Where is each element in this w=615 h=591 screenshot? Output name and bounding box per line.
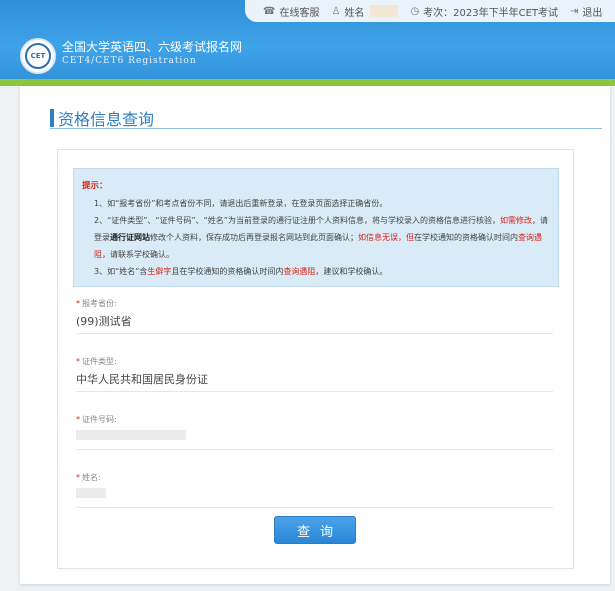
notice-line-2: 2、“证件类型”、“证件号码”、“姓名”为当前登录的通行证注册个人资料信息，将与… (82, 212, 550, 263)
notice-line-2-i: ，请联系学校确认。 (102, 250, 174, 259)
online-service-link[interactable]: ☎ 在线客服 (263, 4, 319, 19)
site-subtitle: CET4/CET6 Registration (62, 56, 197, 66)
notice-line-2-f: 如信息无误，但 (358, 233, 414, 242)
user-name-label: 姓名 (344, 7, 365, 19)
notice-line-3-c: 且在学校通知的资格确认时间内 (171, 267, 284, 276)
notice-line-2-e: 修改个人资料，保存成功后再登录报名网站到此页面确认； (150, 233, 358, 242)
exam-session-label: 考次：2023年下半年CET考试 (423, 7, 559, 19)
notice-box: 提示： 1、如“报考省份”和考点省份不同，请退出后重新登录，在登录页面选择正确省… (73, 168, 559, 287)
province-field: * 报考省份: (99)测试省 (76, 298, 553, 334)
page-title-text: 资格信息查询 (58, 110, 155, 129)
exam-session-display: ◷ 考次：2023年下半年CET考试 (410, 4, 558, 19)
idtype-label: 证件类型: (82, 357, 117, 366)
passport-site-link[interactable]: 通行证网站 (110, 233, 150, 242)
logout-icon: ⇥ (570, 5, 579, 17)
site-header: ☎ 在线客服 ♙ 姓名 ◷ 考次：2023年下半年CET考试 ⇥ 退出 CET … (0, 0, 615, 86)
notice-line-3-a: 3、如“姓名”含 (94, 267, 148, 276)
title-accent-bar (50, 109, 54, 127)
header-accent-strip (0, 79, 615, 86)
logout-label: 退出 (582, 7, 603, 19)
notice-tip: 提示： (82, 181, 108, 191)
required-mark: * (76, 357, 80, 366)
required-mark: * (76, 473, 80, 482)
idtype-value: 中华人民共和国居民身份证 (76, 373, 208, 386)
clock-icon: ◷ (410, 5, 420, 17)
notice-line-3: 3、如“姓名”含生僻字且在学校通知的资格确认时间内查询遇阻，建议和学校确认。 (82, 263, 550, 280)
notice-line-2-b: 如需修改 (499, 216, 532, 225)
province-value: (99)测试省 (76, 315, 132, 328)
user-icon: ♙ (331, 5, 341, 17)
main-panel: 资格信息查询 提示： 1、如“报考省份”和考点省份不同，请退出后重新登录，在登录… (20, 86, 610, 584)
idtype-field: * 证件类型: 中华人民共和国居民身份证 (76, 356, 553, 392)
logout-link[interactable]: ⇥ 退出 (570, 4, 602, 19)
query-button[interactable]: 查询 (274, 516, 356, 544)
name-label: 姓名: (82, 473, 101, 482)
user-name-mask (370, 5, 399, 17)
site-logo[interactable]: CET (20, 38, 56, 74)
notice-line-3-b: 生僻字 (147, 267, 172, 276)
query-form: 提示： 1、如“报考省份”和考点省份不同，请退出后重新登录，在登录页面选择正确省… (57, 149, 574, 569)
notice-line-3-e: ，建议和学校确认。 (315, 267, 388, 276)
top-utility-bar: ☎ 在线客服 ♙ 姓名 ◷ 考次：2023年下半年CET考试 ⇥ 退出 (245, 0, 615, 22)
notice-line-2-g: 在学校通知的资格确认时间内 (414, 233, 518, 242)
province-label: 报考省份: (82, 299, 117, 308)
user-name-display: ♙ 姓名 (331, 4, 399, 19)
page-title: 资格信息查询 (50, 106, 154, 130)
title-divider (50, 128, 602, 129)
site-title: 全国大学英语四、六级考试报名网 (62, 40, 243, 54)
logo-emblem: CET (25, 43, 51, 69)
required-mark: * (76, 415, 80, 424)
required-mark: * (76, 299, 80, 308)
name-field: * 姓名: (76, 472, 553, 508)
idnum-value-masked (76, 430, 186, 440)
name-value-masked (76, 488, 106, 498)
notice-line-3-d: 查询遇阻 (283, 267, 316, 276)
online-service-label: 在线客服 (279, 7, 320, 19)
headset-icon: ☎ (263, 5, 276, 17)
notice-line-1: 1、如“报考省份”和考点省份不同，请退出后重新登录，在登录页面选择正确省份。 (94, 199, 388, 208)
notice-line-2-a: 2、“证件类型”、“证件号码”、“姓名”为当前登录的通行证注册个人资料信息，将与… (94, 216, 500, 225)
idnum-field: * 证件号码: (76, 414, 553, 450)
idnum-label: 证件号码: (82, 415, 117, 424)
